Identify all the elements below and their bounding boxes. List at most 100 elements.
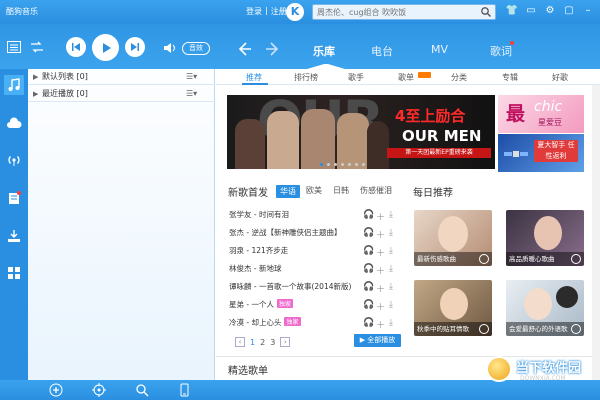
page-3[interactable]: 3 (270, 338, 275, 347)
subtab-albums[interactable]: 专辑 (502, 72, 518, 83)
playlist-default[interactable]: ▶ 默认列表 [0] ☰▾ (28, 69, 215, 85)
filter-western[interactable]: 欧美 (306, 185, 322, 196)
kugou-logo[interactable]: K (286, 3, 304, 21)
add-icon[interactable]: ＋ (376, 264, 385, 277)
tab-mv[interactable]: MV (431, 43, 448, 56)
nav-document[interactable] (4, 188, 24, 208)
add-icon[interactable]: ＋ (376, 282, 385, 295)
filter-chinese[interactable]: 华语 (276, 185, 300, 198)
next-page-button[interactable]: › (280, 337, 291, 347)
banner-dot[interactable] (327, 163, 330, 166)
add-icon[interactable]: ＋ (376, 318, 385, 331)
song-row[interactable]: 谭咏麟 - 一首歌一个故事(2014新版) 🎧 ＋ ⤓ (229, 278, 404, 296)
nav-cloud[interactable] (4, 113, 24, 133)
download-icon[interactable]: ⤓ (389, 318, 398, 328)
download-icon[interactable]: ⤓ (389, 282, 398, 292)
play-button[interactable] (92, 34, 119, 61)
expand-arrow-icon[interactable]: ▶ (33, 69, 38, 85)
search-list-icon[interactable] (135, 383, 149, 397)
skin-icon[interactable]: 👕 (505, 4, 519, 18)
headphones-icon[interactable]: 🎧 (363, 264, 374, 274)
filter-jpkr[interactable]: 日韩 (333, 185, 349, 196)
playlist-toggle-icon[interactable] (7, 41, 21, 53)
nav-download[interactable] (4, 226, 24, 246)
filter-sad[interactable]: 伤感催泪 (360, 185, 392, 196)
subtab-singers[interactable]: 歌手 (348, 72, 364, 83)
settings-gear-icon[interactable]: ⚙ (543, 4, 557, 18)
play-icon[interactable] (571, 324, 581, 334)
headphones-icon[interactable]: 🎧 (363, 300, 374, 310)
register-link[interactable]: 注册 (271, 6, 287, 17)
recommend-card[interactable]: 秋季中的贴耳情歌 (414, 280, 492, 336)
song-row[interactable]: 羽泉 - 121齐步走 🎧 ＋ ⤓ (229, 242, 404, 260)
headphones-icon[interactable]: 🎧 (363, 282, 374, 292)
next-button[interactable] (125, 37, 145, 57)
mobile-icon[interactable] (177, 383, 191, 397)
subtab-charts[interactable]: 排行榜 (294, 72, 318, 83)
message-icon[interactable]: ▭ (524, 4, 538, 18)
prev-button[interactable] (66, 37, 86, 57)
play-icon[interactable] (571, 254, 581, 264)
nav-music[interactable] (4, 75, 24, 95)
download-icon[interactable]: ⤓ (389, 228, 398, 238)
nav-radio[interactable] (4, 150, 24, 170)
song-row[interactable]: 张杰 - 逆战【新神雕侠侣主题曲】 🎧 ＋ ⤓ (229, 224, 404, 242)
play-all-button[interactable]: ▶ 全部播放 (354, 334, 401, 347)
banner-dot[interactable] (320, 163, 323, 166)
song-row[interactable]: 冷漠 - 却上心头 独家 🎧 ＋ ⤓ (229, 314, 404, 332)
content-scrollbar[interactable] (592, 85, 600, 380)
side-ad-chic[interactable]: 最 chic 星爱豆 (498, 95, 584, 133)
locate-icon[interactable] (92, 383, 106, 397)
login-link[interactable]: 登录 (246, 6, 262, 17)
back-arrow-icon[interactable] (235, 40, 253, 58)
subtab-categories[interactable]: 分类 (451, 72, 467, 83)
playlist-menu-icon[interactable]: ☰▾ (186, 69, 197, 85)
download-icon[interactable]: ⤓ (389, 264, 398, 274)
nav-apps[interactable] (4, 263, 24, 283)
add-icon[interactable]: ＋ (376, 210, 385, 223)
page-1[interactable]: 1 (250, 338, 255, 347)
download-icon[interactable]: ⤓ (389, 300, 398, 310)
download-icon[interactable]: ⤓ (389, 210, 398, 220)
promo-banner[interactable]: OUR 4至上励合 OUR MEN 第一天团最新EP重磅来袭 (227, 95, 495, 169)
search-input[interactable] (313, 5, 473, 19)
add-icon[interactable] (49, 383, 63, 397)
side-ad-rebate[interactable]: 夏大智手 任性返利 (498, 134, 584, 172)
page-2[interactable]: 2 (260, 338, 265, 347)
sound-effect-button[interactable]: 音效 (182, 42, 210, 55)
expand-arrow-icon[interactable]: ▶ (33, 86, 38, 102)
add-icon[interactable]: ＋ (376, 228, 385, 241)
playlist-menu-icon[interactable]: ☰▾ (186, 86, 197, 102)
banner-dot[interactable] (362, 163, 365, 166)
tab-lyrics[interactable]: 歌词 (490, 43, 512, 59)
search-icon[interactable] (480, 6, 492, 18)
banner-dot[interactable] (334, 163, 337, 166)
song-row[interactable]: 张学友 - 时间有泪 🎧 ＋ ⤓ (229, 206, 404, 224)
playlist-recent[interactable]: ▶ 最近播放 [0] ☰▾ (28, 86, 215, 102)
recommend-card[interactable]: 高品质暖心歌曲 (506, 210, 584, 266)
minimize-icon[interactable]: – (581, 4, 595, 18)
play-icon[interactable] (479, 324, 489, 334)
subtab-playlists[interactable]: 歌单 (398, 72, 414, 83)
forward-arrow-icon[interactable] (264, 40, 282, 58)
play-mode-icon[interactable] (30, 41, 44, 53)
subtab-good-songs[interactable]: 好歌 (552, 72, 568, 83)
headphones-icon[interactable]: 🎧 (363, 318, 374, 328)
song-row[interactable]: 星弟 - 一个人 独家 🎧 ＋ ⤓ (229, 296, 404, 314)
tab-radio[interactable]: 电台 (371, 43, 393, 59)
mini-mode-icon[interactable]: ▢ (562, 4, 576, 18)
banner-dot[interactable] (355, 163, 358, 166)
headphones-icon[interactable]: 🎧 (363, 246, 374, 256)
recommend-card[interactable]: 会爱最舒心的外语歌 (506, 280, 584, 336)
subtab-recommend[interactable]: 推荐 (246, 72, 262, 83)
play-icon[interactable] (479, 254, 489, 264)
song-row[interactable]: 林俊杰 - 新地球 🎧 ＋ ⤓ (229, 260, 404, 278)
banner-dot[interactable] (348, 163, 351, 166)
headphones-icon[interactable]: 🎧 (363, 210, 374, 220)
banner-dot[interactable] (341, 163, 344, 166)
add-icon[interactable]: ＋ (376, 246, 385, 259)
prev-page-button[interactable]: ‹ (235, 337, 245, 347)
recommend-card[interactable]: 最新伤感歌曲 (414, 210, 492, 266)
tab-music-library[interactable]: 乐库 (313, 43, 335, 59)
volume-icon[interactable] (163, 43, 177, 53)
